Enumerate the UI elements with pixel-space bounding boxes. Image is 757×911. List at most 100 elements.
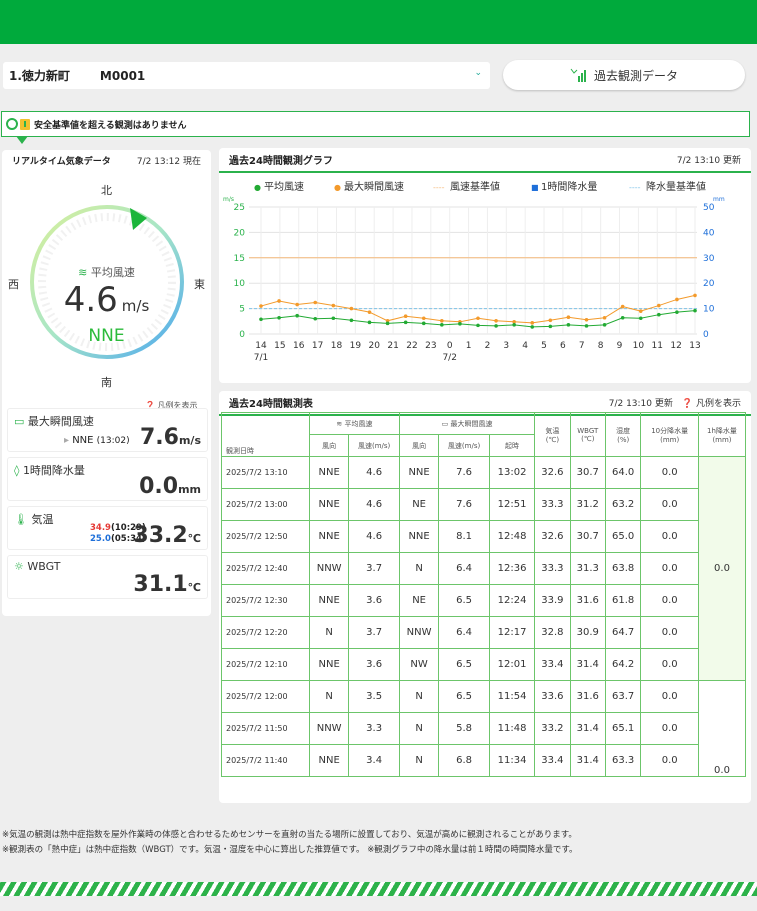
wbgt-value: 31.1℃	[133, 572, 201, 597]
table-cell: 30.7	[569, 520, 606, 553]
table-row: 2025/7/2 12:20 N 3.7 NNW 6.4 12:17 32.8 30.9 64.…	[221, 616, 746, 649]
table-cell: 6.4	[438, 616, 490, 649]
th-wbgt: WBGT (℃)	[569, 412, 606, 457]
x-tick: 7	[579, 341, 585, 351]
avg-wind-point	[367, 320, 372, 325]
table-cell: 31.6	[569, 584, 606, 617]
wind-direction: NNE	[88, 326, 125, 346]
table-row: 2025/7/2 12:40 NNW 3.7 N 6.4 12:36 33.3 31.3 63.…	[221, 552, 746, 585]
table-cell: 11:54	[488, 680, 536, 713]
table-cell: 0.0	[640, 616, 699, 649]
avg-wind-point	[476, 323, 480, 328]
table-cell: 61.8	[604, 584, 642, 617]
x-tick: 8	[598, 341, 604, 351]
max-gust-point	[638, 309, 643, 313]
table-cell: 13:02	[488, 456, 536, 489]
realtime-panel: リアルタイム気象データ 7/2 13:12 現在 北 南 東 西 ≋ 平均風速 4…	[2, 150, 211, 616]
table-cell: 2025/7/2 12:10	[221, 648, 310, 681]
table-cell: 2025/7/2 11:50	[221, 712, 310, 745]
th-max-dir: 風向	[398, 434, 440, 457]
x-tick: 10	[633, 341, 645, 351]
table-cell: 2025/7/2 12:00	[221, 680, 310, 713]
table-cell: NW	[398, 648, 440, 681]
avg-wind-point	[295, 313, 299, 318]
x-tick: 1	[466, 341, 472, 351]
table-cell: 12:17	[488, 616, 536, 649]
y-right-tick: 10	[703, 305, 715, 315]
table-row: 2025/7/2 13:10 NNE 4.6 NNE 7.6 13:02 32.6 30.7 6…	[221, 456, 746, 681]
max-gust-point	[620, 304, 625, 309]
table-row: 2025/7/2 11:50 NNW 3.3 N 5.8 11:48 33.2 31.4 65.…	[221, 712, 746, 745]
avg-wind-point	[512, 323, 516, 327]
th-rain1h: 1h降水量 (mm)	[698, 412, 746, 457]
max-gust-point	[403, 314, 408, 319]
max-gust-point	[349, 306, 354, 311]
legend-marker: ----	[629, 183, 641, 192]
table-cell: 6.5	[438, 648, 490, 681]
table-cell: 0.0	[640, 648, 699, 681]
chevron-down-icon: ⌄	[474, 68, 482, 78]
avg-wind-point	[403, 320, 408, 325]
avg-wind-point	[440, 323, 444, 327]
avg-wind-point	[277, 315, 281, 320]
max-gust-point	[476, 316, 480, 321]
table-cell: 65.0	[604, 520, 642, 553]
wind-label: ≋ 平均風速	[78, 266, 135, 279]
table-cell: N	[308, 616, 350, 649]
x-tick: 15	[274, 341, 285, 351]
x-tick: 3	[503, 341, 509, 351]
avg-wind-point	[566, 323, 571, 327]
avg-wind-point	[530, 325, 535, 329]
max-gust-point	[566, 315, 571, 320]
alert-tail	[16, 136, 28, 144]
x-tick: 21	[387, 341, 398, 351]
realtime-time: 7/2 13:12 現在	[136, 157, 201, 167]
observation-table: 観測日時 ≋ 平均風速 ▭ 最大瞬間風速 気温 (℃) WBGT (℃) 湿度 …	[221, 412, 746, 777]
table-cell: 0.0	[640, 552, 699, 585]
table-row: 2025/7/2 13:00 NNE 4.6 NE 7.6 12:51 33.3 31.2 63…	[221, 488, 746, 521]
avg-wind-point	[331, 316, 336, 321]
table-cell: 3.3	[348, 712, 400, 745]
y-left-tick: 5	[239, 305, 245, 315]
table-cell: 0.0	[640, 584, 699, 617]
gust-icon: ▭	[14, 415, 28, 428]
wind-icon: ≋	[336, 419, 343, 428]
table-cell: 33.9	[534, 584, 571, 617]
table-cell: 63.2	[604, 488, 642, 521]
max-gust-point	[277, 299, 281, 303]
avg-wind-point	[638, 316, 643, 321]
rain-card: ◊ 1時間降水量 0.0mm	[7, 457, 208, 501]
y-right-unit: mm	[713, 196, 725, 203]
note-2: ※観測表の「熱中症」は熱中症指数（WBGT）です。気温・湿度を中心に算出した推算…	[2, 845, 578, 855]
table-legend-link[interactable]: ❓ 凡例を表示	[682, 399, 741, 409]
table-cell: N	[398, 680, 440, 713]
table-cell-rain1h: 0.0	[698, 456, 746, 681]
station-select[interactable]: 1.徳力新町 M0001 ⌄	[3, 62, 490, 89]
x-tick: 13	[689, 341, 700, 351]
table-cell: 0.0	[640, 744, 699, 777]
avg-wind-point	[421, 321, 426, 326]
footer-stripes	[0, 882, 757, 896]
table-cell: 3.6	[348, 648, 400, 681]
max-gust-point	[548, 318, 553, 323]
table-cell: N	[398, 552, 440, 585]
table-cell: 2025/7/2 11:40	[221, 744, 310, 777]
max-gust-point	[530, 321, 535, 325]
y-left-tick: 0	[239, 330, 245, 340]
table-cell: 33.2	[534, 712, 571, 745]
table-cell: 0.0	[640, 680, 699, 713]
table-cell: NNE	[308, 648, 350, 681]
table-cell: 3.7	[348, 552, 400, 585]
table-cell: NE	[398, 488, 440, 521]
x-tick: 19	[350, 341, 362, 351]
past-data-button[interactable]: 過去観測データ	[503, 60, 745, 90]
table-row: 2025/7/2 12:10 NNE 3.6 NW 6.5 12:01 33.4 31.4 64…	[221, 648, 746, 681]
table-cell: 32.6	[534, 456, 571, 489]
th-humidity: 湿度 (%)	[604, 412, 642, 457]
avg-wind-point	[602, 323, 607, 327]
th-group-avg: ≋ 平均風速	[309, 412, 400, 435]
table-cell: 33.4	[534, 744, 571, 777]
max-gust-point	[657, 303, 661, 308]
max-gust-point	[440, 318, 444, 323]
table-cell: 11:34	[488, 744, 536, 777]
